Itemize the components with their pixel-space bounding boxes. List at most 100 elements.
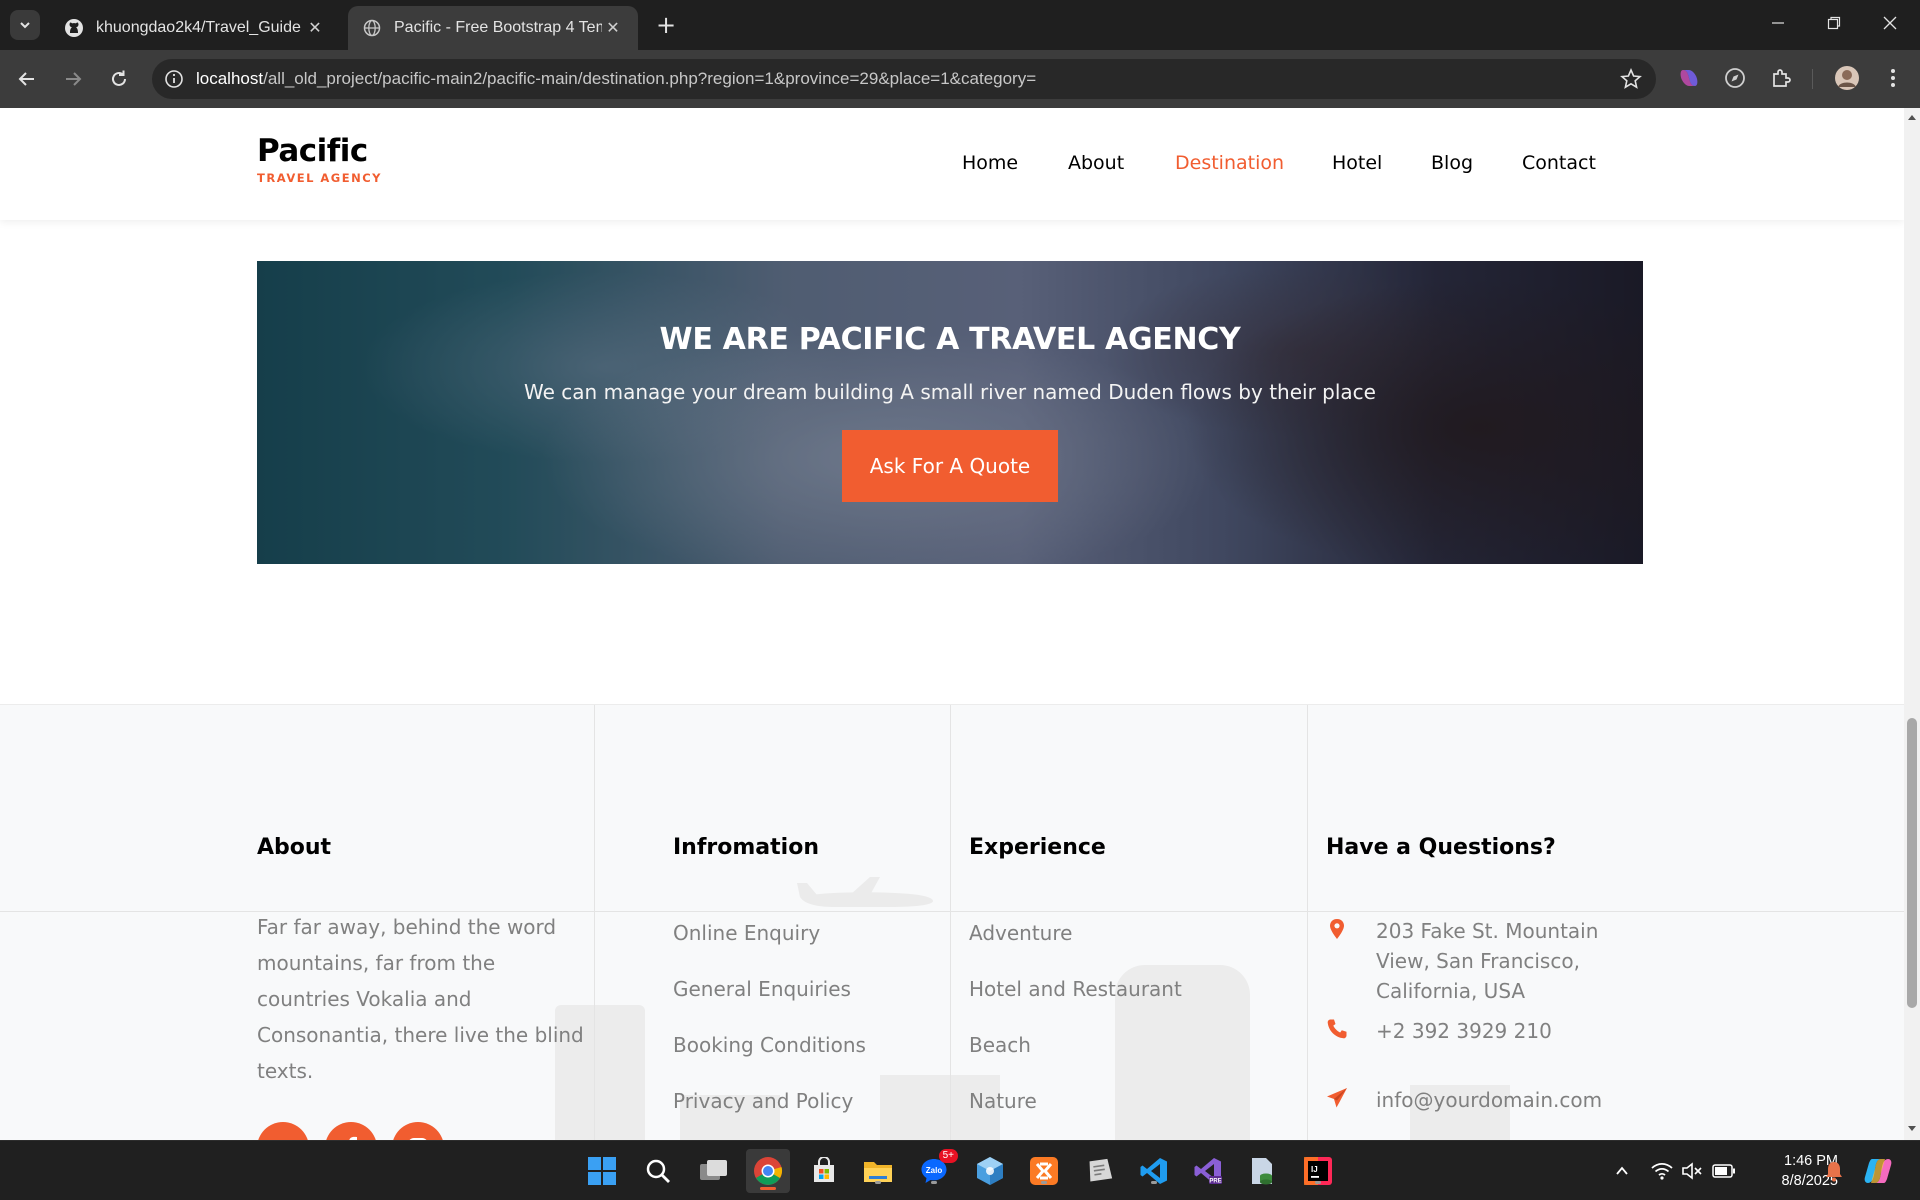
running-indicator	[1041, 1181, 1047, 1184]
close-icon	[1883, 16, 1897, 30]
link-booking-conditions[interactable]: Booking Conditions	[673, 1033, 866, 1057]
phone-text: +2 392 3929 210	[1376, 1019, 1552, 1043]
wifi-status[interactable]	[1648, 1155, 1676, 1187]
link-nature[interactable]: Nature	[969, 1089, 1037, 1113]
cta-banner: WE ARE PACIFIC A TRAVEL AGENCY We can ma…	[257, 261, 1643, 564]
taskbar-notes-app[interactable]	[1084, 1155, 1116, 1187]
chevron-up-icon	[1616, 1166, 1628, 1175]
footer-experience-heading: Experience	[969, 835, 1106, 860]
nav-contact[interactable]: Contact	[1522, 152, 1596, 174]
contact-email[interactable]: info@yourdomain.com	[1326, 1085, 1626, 1121]
link-privacy-policy[interactable]: Privacy and Policy	[673, 1089, 853, 1113]
footer-divider	[594, 705, 595, 1140]
nav-hotel[interactable]: Hotel	[1332, 152, 1382, 174]
extension-copilot-icon[interactable]	[1676, 65, 1702, 91]
footer-divider	[950, 705, 951, 1140]
task-view-button[interactable]	[698, 1155, 730, 1187]
bookmark-star-icon[interactable]	[1620, 68, 1642, 90]
tab-pacific[interactable]: Pacific - Free Bootstrap 4 Templ ✕	[348, 6, 638, 50]
windows-taskbar: Zalo 5+ PRE IJ 1:46 PM 8/8/2025	[0, 1140, 1920, 1200]
tab-title: khuongdao2k4/Travel_Guide	[96, 19, 301, 36]
web-page: Pacific TRAVEL AGENCY Home About Destina…	[0, 108, 1904, 1140]
show-hidden-icons-button[interactable]	[1608, 1155, 1636, 1187]
taskbar-zalo[interactable]: Zalo 5+	[918, 1149, 958, 1187]
tab-title: Pacific - Free Bootstrap 4 Templ	[394, 19, 602, 36]
site-info-icon[interactable]	[164, 69, 184, 89]
profile-avatar[interactable]	[1834, 65, 1860, 91]
forward-button[interactable]	[58, 64, 88, 94]
chevron-down-icon	[20, 22, 30, 29]
volume-status[interactable]	[1678, 1155, 1706, 1187]
chrome-icon	[754, 1157, 783, 1185]
link-general-enquiries[interactable]: General Enquiries	[673, 977, 851, 1001]
site-logo[interactable]: Pacific TRAVEL AGENCY	[257, 136, 382, 186]
arrow-right-icon	[66, 72, 82, 86]
notes-icon	[1089, 1158, 1113, 1182]
taskbar-app-cube[interactable]	[974, 1155, 1006, 1187]
github-icon	[64, 18, 84, 38]
scrollbar-thumb[interactable]	[1907, 718, 1917, 1008]
taskbar-store[interactable]	[808, 1155, 840, 1187]
running-indicator	[760, 1187, 776, 1190]
search-button[interactable]	[642, 1155, 674, 1187]
battery-status[interactable]	[1710, 1155, 1738, 1187]
page-scrollbar[interactable]	[1904, 108, 1920, 1140]
svg-text:PRE: PRE	[1209, 1179, 1221, 1185]
close-tab-icon[interactable]: ✕	[304, 18, 326, 38]
taskbar-vscode[interactable]	[1138, 1155, 1170, 1187]
close-tab-icon[interactable]: ✕	[602, 18, 624, 38]
link-adventure[interactable]: Adventure	[969, 921, 1072, 945]
extension-compass-icon[interactable]	[1722, 65, 1748, 91]
restore-button[interactable]	[1814, 10, 1854, 40]
taskbar-database-app[interactable]	[1246, 1155, 1278, 1187]
taskbar-intellij[interactable]: IJ	[1302, 1155, 1334, 1187]
instagram-button[interactable]	[392, 1122, 444, 1140]
paper-plane-icon	[1327, 1088, 1347, 1108]
arrow-left-icon	[18, 72, 34, 86]
email-text: info@yourdomain.com	[1376, 1088, 1603, 1112]
site-navbar: Pacific TRAVEL AGENCY Home About Destina…	[0, 108, 1904, 220]
nav-destination[interactable]: Destination	[1175, 152, 1284, 174]
reload-button[interactable]	[104, 64, 134, 94]
footer-information-heading: Infromation	[673, 835, 819, 860]
taskbar-xampp[interactable]	[1028, 1155, 1060, 1187]
scroll-up-arrow-icon[interactable]	[1907, 112, 1917, 122]
ask-quote-button[interactable]: Ask For A Quote	[842, 430, 1058, 502]
nav-home[interactable]: Home	[962, 152, 1018, 174]
svg-text:Zalo: Zalo	[926, 1166, 943, 1175]
back-button[interactable]	[12, 64, 42, 94]
close-window-button[interactable]	[1870, 10, 1910, 40]
new-tab-button[interactable]: +	[652, 12, 680, 40]
extensions-puzzle-icon[interactable]	[1768, 65, 1794, 91]
start-button[interactable]	[586, 1155, 618, 1187]
url-text[interactable]: localhost/all_old_project/pacific-main2/…	[196, 69, 1036, 89]
phone-icon	[1327, 1019, 1347, 1039]
taskbar-visual-studio[interactable]: PRE	[1192, 1155, 1224, 1187]
address-bar[interactable]: localhost/all_old_project/pacific-main2/…	[152, 59, 1656, 99]
url-path: /all_old_project/pacific-main2/pacific-m…	[263, 69, 1037, 88]
twitter-button[interactable]	[257, 1122, 309, 1140]
tab-github[interactable]: khuongdao2k4/Travel_Guide ✕	[50, 6, 340, 50]
site-footer: About Far far away, behind the word moun…	[0, 704, 1904, 1140]
contact-phone[interactable]: +2 392 3929 210	[1326, 1016, 1626, 1052]
scroll-down-arrow-icon[interactable]	[1907, 1124, 1917, 1134]
nav-about[interactable]: About	[1068, 152, 1124, 174]
menu-kebab-icon[interactable]	[1880, 65, 1906, 91]
browser-tab-bar: khuongdao2k4/Travel_Guide ✕ Pacific - Fr…	[0, 0, 1920, 50]
link-hotel-restaurant[interactable]: Hotel and Restaurant	[969, 977, 1182, 1001]
facebook-button[interactable]	[325, 1122, 377, 1140]
reload-icon	[112, 70, 126, 86]
bell-icon	[1826, 1162, 1842, 1182]
database-icon	[1252, 1158, 1272, 1185]
copilot-button[interactable]	[1862, 1155, 1894, 1187]
nav-blog[interactable]: Blog	[1431, 152, 1473, 174]
tab-search-button[interactable]	[10, 10, 40, 40]
link-beach[interactable]: Beach	[969, 1033, 1031, 1057]
running-indicator	[875, 1181, 881, 1184]
minimize-button[interactable]	[1758, 10, 1798, 40]
taskbar-file-explorer[interactable]	[862, 1155, 894, 1187]
link-online-enquiry[interactable]: Online Enquiry	[673, 921, 820, 945]
notifications-button[interactable]	[1820, 1155, 1848, 1187]
taskbar-chrome[interactable]	[746, 1149, 790, 1193]
visual-studio-icon: PRE	[1194, 1158, 1222, 1185]
